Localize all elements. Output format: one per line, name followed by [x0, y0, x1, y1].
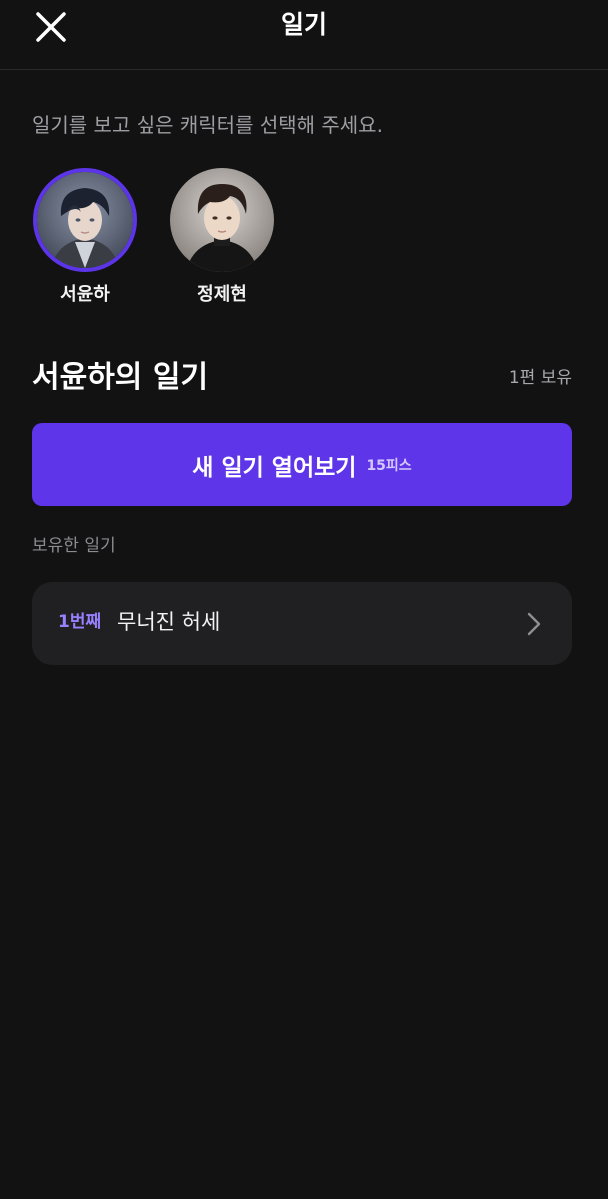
diary-list-item[interactable]: 1번째 무너진 허세 [32, 582, 572, 665]
diary-title: 무너진 허세 [117, 610, 221, 634]
instruction-text: 일기를 보고 싶은 캐릭터를 선택해 주세요. [32, 113, 383, 137]
avatar-image [170, 168, 274, 272]
owned-diaries-label: 보유한 일기 [32, 536, 116, 556]
character-name: 정제현 [197, 284, 247, 305]
avatar-jeongjehyeon[interactable] [170, 168, 274, 272]
avatar-image [37, 172, 133, 268]
open-button-cost: 15피스 [366, 457, 412, 474]
character-option-seoyunha[interactable]: 서윤하 [31, 168, 139, 307]
diary-section-title: 서윤하의 일기 [32, 360, 209, 395]
open-button-label: 새 일기 열어보기 [192, 454, 357, 481]
character-name: 서윤하 [60, 284, 110, 305]
diary-number: 1번째 [58, 612, 102, 632]
top-bar: 일기 [0, 0, 608, 70]
page-title: 일기 [280, 10, 327, 39]
open-new-diary-button[interactable]: 새 일기 열어보기 15피스 [32, 423, 572, 506]
chevron-right-icon [527, 612, 541, 636]
character-option-jeongjehyeon[interactable]: 정제현 [168, 168, 276, 307]
owned-count: 1편 보유 [508, 368, 572, 388]
avatar-seoyunha[interactable] [33, 168, 137, 272]
